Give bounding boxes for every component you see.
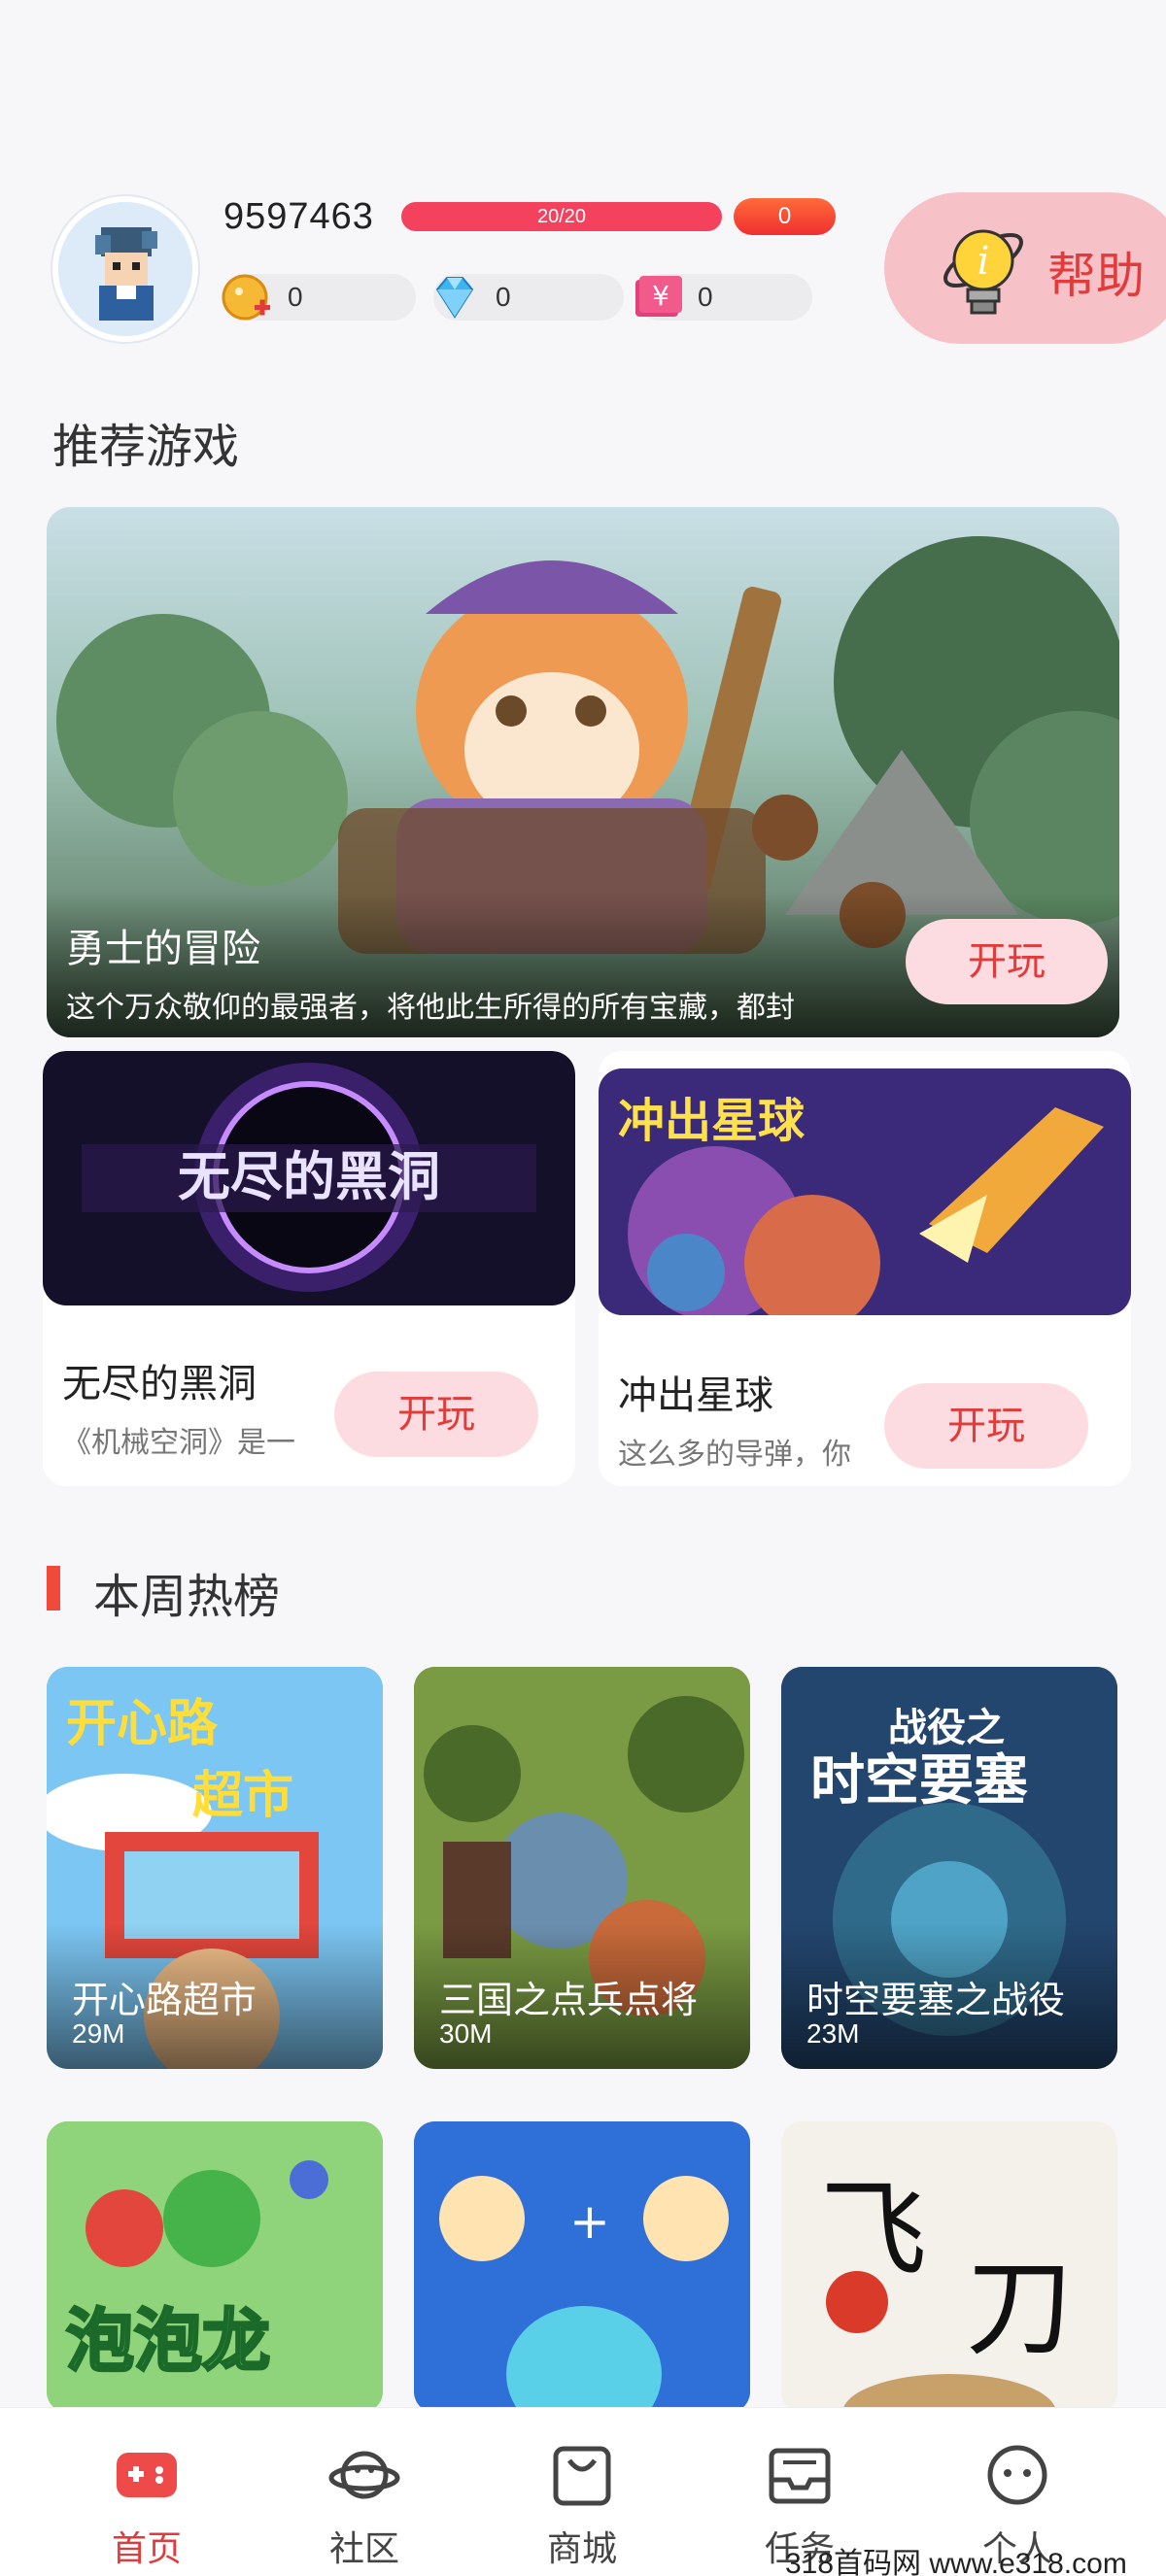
game-art-chicken-bunny: + (414, 2121, 750, 2413)
gamepad-icon (111, 2441, 183, 2509)
game-art-bubble-dragon: 泡泡龙 (47, 2121, 383, 2413)
nav-item-community[interactable]: 社区 (292, 2408, 437, 2576)
game-tile-three-kingdoms[interactable]: 三国之点兵点将 30M (414, 1667, 750, 2069)
user-id: 9597463 (223, 196, 374, 237)
nav-item-home[interactable]: 首页 (74, 2408, 220, 2576)
game-tile-chicken-bunny[interactable]: + (414, 2121, 750, 2413)
svg-text:飞: 飞 (820, 2168, 927, 2292)
game-tile-name: 开心路超市 (72, 1981, 257, 2021)
game-tile-size: 30M (439, 2018, 493, 2049)
shopping-bag-icon (546, 2441, 618, 2509)
gold-coin-icon (220, 270, 274, 324)
game-tile-name: 三国之点兵点将 (439, 1981, 699, 2021)
game-tile-space-fortress[interactable]: 战役之 时空要塞 时空要塞之战役 23M (781, 1667, 1117, 2069)
avatar[interactable] (52, 196, 198, 342)
svg-text:¥: ¥ (652, 280, 669, 312)
svg-text:泡泡龙: 泡泡龙 (66, 2301, 270, 2381)
diamond-value: 0 (496, 282, 511, 312)
cash-value: 0 (698, 282, 713, 312)
game-tile-size: 29M (72, 2018, 125, 2049)
user-header: 9597463 20/20 0 0 0 ¥ 0 i 帮助 (0, 185, 1166, 369)
gold-coin-value: 0 (288, 282, 303, 312)
game-desc-black-hole: 《机械空洞》是一 (62, 1427, 295, 1459)
svg-text:超市: 超市 (192, 1767, 293, 1825)
featured-game-card[interactable]: 勇士的冒险 这个万众敬仰的最强者，将他此生所得的所有宝藏，都封 开玩 (47, 507, 1119, 1037)
help-label: 帮助 (1047, 249, 1145, 303)
game-banner-black-hole: 无尽的黑洞 (43, 1051, 575, 1305)
watermark-text: 318首码网 www.e318.com (785, 2548, 1127, 2576)
svg-text:时空要塞: 时空要塞 (810, 1749, 1028, 1813)
game-desc-rush-planet: 这么多的导弹，你 (618, 1439, 851, 1471)
game-tile-happy-market[interactable]: 开心路 超市 开心路超市 29M (47, 1667, 383, 2069)
help-button[interactable]: i 帮助 (884, 192, 1166, 344)
featured-game-title: 勇士的冒险 (66, 928, 260, 970)
diamond-balance[interactable]: 0 (433, 274, 624, 321)
recommended-section-title: 推荐游戏 (52, 422, 240, 473)
game-name-black-hole: 无尽的黑洞 (62, 1363, 257, 1406)
play-button-rush-planet[interactable]: 开玩 (884, 1383, 1088, 1469)
featured-play-button[interactable]: 开玩 (906, 919, 1108, 1004)
game-card-black-hole[interactable]: 无尽的黑洞 无尽的黑洞 《机械空洞》是一 开玩 (43, 1051, 575, 1486)
game-tile-flying-knife[interactable]: 飞 刀 (781, 2121, 1117, 2413)
weekly-section-title: 本周热榜 (93, 1572, 281, 1623)
svg-text:刀: 刀 (966, 2246, 1073, 2370)
nav-label-home: 首页 (111, 2528, 182, 2568)
nav-item-shop[interactable]: 商城 (509, 2408, 655, 2576)
cash-balance[interactable]: ¥ 0 (635, 274, 812, 321)
svg-text:+: + (569, 2193, 610, 2250)
yuan-cash-icon: ¥ (630, 270, 684, 324)
svg-text:冲出星球: 冲出星球 (618, 1094, 806, 1148)
svg-text:无尽的黑洞: 无尽的黑洞 (178, 1146, 440, 1207)
nav-label-shop: 商城 (546, 2528, 617, 2568)
featured-game-desc: 这个万众敬仰的最强者，将他此生所得的所有宝藏，都封 (66, 992, 795, 1024)
game-banner-rush-planet: 冲出星球 (599, 1068, 1131, 1315)
game-tile-name: 时空要塞之战役 (806, 1981, 1066, 2021)
nav-label-community: 社区 (328, 2528, 399, 2568)
game-tile-size: 23M (806, 2018, 860, 2049)
game-tile-bubble-dragon[interactable]: 泡泡龙 (47, 2121, 383, 2413)
energy-badge: 0 (734, 198, 836, 235)
section-accent-bar (47, 1566, 60, 1610)
svg-text:战役之: 战役之 (888, 1706, 1005, 1750)
energy-progress-text: 20/20 (536, 206, 587, 227)
smiley-face-icon (981, 2441, 1053, 2509)
svg-text:开心路: 开心路 (66, 1695, 219, 1753)
lightbulb-icon: i (933, 212, 1040, 328)
game-card-rush-planet[interactable]: 冲出星球 冲出星球 这么多的导弹，你 开玩 (599, 1051, 1131, 1486)
svg-text:i: i (977, 239, 990, 284)
gold-coin-balance[interactable]: 0 (222, 274, 416, 321)
diamond-icon (428, 270, 482, 324)
play-button-black-hole[interactable]: 开玩 (334, 1372, 538, 1457)
game-art-flying-knife: 飞 刀 (781, 2121, 1117, 2413)
game-name-rush-planet: 冲出星球 (618, 1374, 773, 1417)
energy-progress-bar: 20/20 (401, 202, 722, 231)
inbox-tray-icon (764, 2441, 836, 2509)
planet-icon (328, 2441, 400, 2509)
